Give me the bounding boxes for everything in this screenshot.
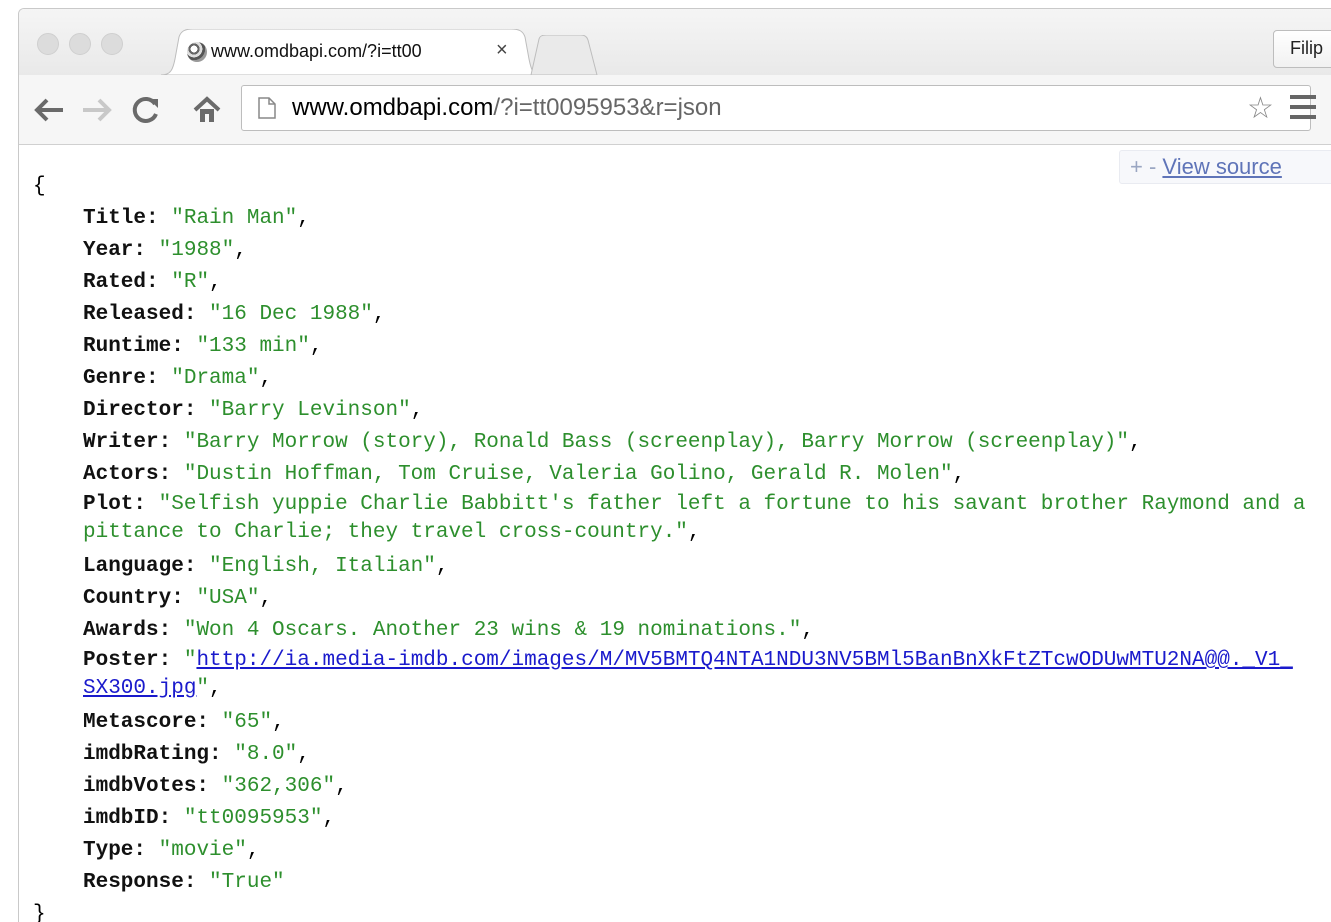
json-value: "Barry Levinson" <box>209 399 411 422</box>
url-text[interactable]: www.omdbapi.com/?i=tt0095953&r=json <box>292 94 722 122</box>
close-window-button[interactable] <box>37 33 59 55</box>
json-key: Poster <box>83 649 159 672</box>
url-path: /?i=tt0095953&r=json <box>493 94 722 121</box>
bookmark-star-icon[interactable]: ☆ <box>1247 94 1274 124</box>
json-field-metascore: Metascore: "65", <box>83 711 285 734</box>
json-key: Plot <box>83 493 134 516</box>
json-value: "tt0095953" <box>183 807 323 830</box>
zoom-window-button[interactable] <box>101 33 123 55</box>
json-field-genre: Genre: "Drama", <box>83 367 273 390</box>
json-key: Writer <box>83 431 159 454</box>
json-value: "Rain Man" <box>171 207 298 230</box>
json-field-rated: Rated: "R", <box>83 271 222 294</box>
poster-link[interactable]: http://ia.media-imdb.com/images/M/MV5BMT… <box>83 649 1293 700</box>
json-key: Title <box>83 207 147 230</box>
json-field-year: Year: "1988", <box>83 239 247 262</box>
tab-strip: www.omdbapi.com/?i=tt00 × Filip <box>19 9 1331 75</box>
json-key: Metascore <box>83 711 197 734</box>
json-key: Released <box>83 303 184 326</box>
json-field-writer: Writer: "Barry Morrow (story), Ronald Ba… <box>83 431 1142 454</box>
json-field-poster: Poster: "http://ia.media-imdb.com/images… <box>83 649 1293 700</box>
json-key: Runtime <box>83 335 172 358</box>
json-field-plot: Plot: "Selfish yuppie Charlie Babbitt's … <box>83 493 1306 544</box>
json-value: "Won 4 Oscars. Another 23 wins & 19 nomi… <box>183 619 802 642</box>
json-field-title: Title: "Rain Man", <box>83 207 310 230</box>
json-document: { Title: "Rain Man", Year: "1988", Rated: … <box>33 171 1331 922</box>
json-key: Awards <box>83 619 159 642</box>
new-tab-button[interactable] <box>529 35 599 75</box>
json-field-director: Director: "Barry Levinson", <box>83 399 424 422</box>
close-tab-icon[interactable]: × <box>496 39 508 62</box>
json-field-type: Type: "movie", <box>83 839 260 862</box>
json-field-runtime: Runtime: "133 min", <box>83 335 323 358</box>
page-content: + - View source { Title: "Rain Man", Year… <box>19 145 1331 922</box>
json-value: "True" <box>209 871 285 894</box>
json-field-language: Language: "English, Italian", <box>83 555 449 578</box>
json-value: "133 min" <box>196 335 310 358</box>
json-key: Language <box>83 555 184 578</box>
json-close-brace: } <box>33 903 46 922</box>
back-arrow-icon[interactable] <box>33 97 65 123</box>
json-field-imdbvotes: imdbVotes: "362,306", <box>83 775 348 798</box>
json-key: Response <box>83 871 184 894</box>
json-value: "Dustin Hoffman, Tom Cruise, Valeria Gol… <box>183 463 953 486</box>
json-open-brace: { <box>33 175 46 198</box>
json-field-response: Response: "True" <box>83 871 285 894</box>
browser-window: www.omdbapi.com/?i=tt00 × Filip www.omdb… <box>18 8 1331 922</box>
json-value: "movie" <box>158 839 247 862</box>
json-value: "65" <box>221 711 273 734</box>
menu-icon[interactable] <box>1290 95 1316 125</box>
json-value: "362,306" <box>221 775 336 798</box>
json-fields: Title: "Rain Man", Year: "1988", Rated: "R… <box>33 203 1331 899</box>
toolbar: www.omdbapi.com/?i=tt0095953&r=json ☆ <box>19 75 1331 145</box>
omdb-favicon-icon <box>187 42 207 62</box>
json-key: imdbVotes <box>83 775 197 798</box>
json-key: Director <box>83 399 184 422</box>
json-value: "8.0" <box>234 743 298 766</box>
json-field-country: Country: "USA", <box>83 587 273 610</box>
json-key: imdbRating <box>83 743 210 766</box>
json-value: "Drama" <box>171 367 260 390</box>
json-key: Actors <box>83 463 159 486</box>
json-key: imdbID <box>83 807 159 830</box>
json-field-released: Released: "16 Dec 1988", <box>83 303 386 326</box>
json-field-imdbrating: imdbRating: "8.0", <box>83 743 310 766</box>
tab-active[interactable]: www.omdbapi.com/?i=tt00 × <box>161 29 539 75</box>
json-key: Rated <box>83 271 147 294</box>
json-field-awards: Awards: "Won 4 Oscars. Another 23 wins &… <box>83 619 814 642</box>
json-value: "R" <box>171 271 210 294</box>
json-value: "Barry Morrow (story), Ronald Bass (scre… <box>183 431 1129 454</box>
home-icon[interactable] <box>191 95 223 125</box>
page-icon <box>258 97 276 119</box>
json-key: Genre <box>83 367 147 390</box>
json-value: "USA" <box>196 587 260 610</box>
address-bar[interactable]: www.omdbapi.com/?i=tt0095953&r=json ☆ <box>241 85 1311 131</box>
json-key: Country <box>83 587 172 610</box>
minimize-window-button[interactable] <box>69 33 91 55</box>
tab-title: www.omdbapi.com/?i=tt00 <box>211 41 422 61</box>
json-key: Type <box>83 839 134 862</box>
url-host: www.omdbapi.com <box>292 94 494 121</box>
json-value: "English, Italian" <box>209 555 436 578</box>
profile-button[interactable]: Filip <box>1273 30 1331 68</box>
json-field-actors: Actors: "Dustin Hoffman, Tom Cruise, Val… <box>83 463 966 486</box>
json-value: "1988" <box>158 239 235 262</box>
json-field-imdbid: imdbID: "tt0095953", <box>83 807 336 830</box>
reload-icon[interactable] <box>131 95 161 125</box>
forward-arrow-icon[interactable] <box>81 97 113 123</box>
json-key: Year <box>83 239 134 262</box>
json-value: "16 Dec 1988" <box>209 303 373 326</box>
